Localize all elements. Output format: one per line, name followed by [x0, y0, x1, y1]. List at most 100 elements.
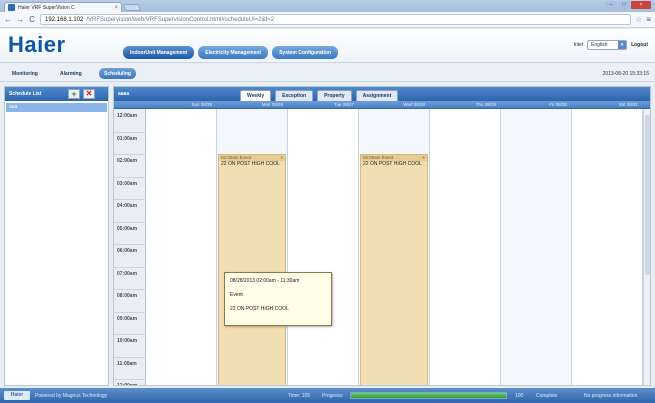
day-header-label: Wed 08/28 — [403, 102, 425, 107]
progress-fill — [351, 393, 506, 398]
hour-label: 10:00am — [117, 338, 138, 344]
tab-system-configuration[interactable]: System Configuration — [272, 46, 339, 59]
hour-divider — [114, 334, 146, 335]
maximize-button[interactable]: □ — [618, 1, 630, 9]
browser-menu-icon[interactable]: ≡ — [646, 15, 651, 24]
day-header-label: Sun 08/25 — [191, 102, 212, 107]
main-nav: IndoorUnit Management Electricity Manage… — [123, 46, 339, 59]
hour-label: 12:00am — [117, 113, 138, 119]
hour-divider — [114, 311, 146, 313]
tooltip-type: Event — [230, 292, 243, 298]
tab-scheduling[interactable]: Scheduling — [99, 68, 136, 79]
event-title: 22 ON POST HIGH COOL — [363, 161, 422, 167]
event-title: 22 ON POST HIGH COOL — [221, 161, 280, 167]
schedule-list-item[interactable]: aaa — [6, 103, 107, 112]
url-path: /VRFSupervision/web/VRFSupervisionContro… — [86, 16, 275, 23]
browser-tab-title: Haier VRF SuperVision C — [18, 4, 75, 11]
hour-label: 09:00am — [117, 315, 138, 322]
schedule-list-title: Schedule List — [9, 91, 42, 97]
language-value: English — [591, 42, 608, 48]
back-button[interactable]: ← — [4, 15, 12, 24]
schedule-list-panel: Schedule List + ✕ aaa — [4, 86, 109, 386]
hour-divider — [114, 131, 146, 133]
hour-label: 12:00pm — [117, 383, 138, 386]
add-schedule-button[interactable]: + — [68, 89, 80, 99]
progress-label: Progress: — [322, 393, 344, 399]
event-time: 02:00am Event — [363, 155, 394, 160]
scrollbar-thumb[interactable] — [645, 115, 650, 275]
hour-divider — [114, 266, 146, 268]
event-close-icon[interactable]: × — [422, 155, 425, 161]
day-header-label: Fri 08/30 — [549, 102, 567, 107]
window-close-button[interactable]: × — [631, 1, 651, 9]
hour-label: 07:00am — [117, 270, 138, 277]
header-user-area: Intel English ▾ Logout — [574, 40, 648, 50]
hour-divider — [114, 379, 146, 380]
day-header-row: Sun 08/25 Mon 08/26 Tue 08/27 Wed 08/28 Thu … — [114, 101, 650, 109]
schedule-calendar: aaaa Weekly Exception Property Assignmen… — [113, 86, 651, 386]
language-select[interactable]: English ▾ — [587, 40, 628, 50]
day-column[interactable] — [430, 109, 501, 385]
event-time-header: 02:00am Event × — [219, 155, 285, 161]
status-bar: Haier Powered by Magnus Technology Time:… — [0, 388, 655, 403]
tab-close-icon[interactable]: × — [114, 5, 118, 11]
tab-monitoring[interactable]: Monitoring — [12, 68, 38, 79]
day-header-label: Sat 08/31 — [618, 102, 638, 107]
tooltip-detail: 22 ON POST HIGH COOL — [230, 306, 289, 312]
event-time: 02:00am Event — [221, 155, 252, 160]
schedule-list-header: Schedule List + ✕ — [5, 87, 108, 101]
address-bar[interactable]: 192.168.1.102/VRFSupervision/web/VRFSupe… — [40, 14, 632, 25]
event-tooltip: 08/28/2013 02:00am - 11:30am Event 22 ON… — [224, 272, 332, 326]
hour-divider — [114, 176, 146, 178]
tab-property[interactable]: Property — [317, 90, 352, 101]
progress-status: Complete — [536, 393, 558, 399]
calendar-event[interactable]: 02:00am Event × 22 ON POST HIGH COOL — [218, 154, 286, 385]
tab-indoorunit-management[interactable]: IndoorUnit Management — [123, 46, 195, 59]
hour-label: 04:00am — [117, 203, 138, 209]
calendar-scrollbar[interactable] — [643, 109, 650, 385]
calendar-event[interactable]: 02:00am Event × 22 ON POST HIGH COOL — [360, 154, 428, 385]
forward-button[interactable]: → — [16, 15, 24, 24]
app-header: Haier IndoorUnit Management Electricity … — [0, 29, 655, 63]
logout-link[interactable]: Logout — [631, 42, 648, 48]
footer-logo: Haier — [4, 391, 30, 400]
day-column[interactable] — [146, 109, 217, 385]
calendar-header: aaaa Weekly Exception Property Assignmen… — [114, 87, 650, 101]
browser-tab[interactable]: Haier VRF SuperVision C × — [4, 2, 122, 12]
hour-divider — [114, 356, 146, 358]
tab-assignment[interactable]: Assignment — [355, 90, 399, 101]
calendar-title: aaaa — [118, 91, 130, 97]
sub-nav: Monitoring Alarming Scheduling 2013-08-2… — [0, 64, 655, 82]
tooltip-time-range: 08/28/2013 02:00am - 11:30am — [230, 278, 300, 284]
day-column[interactable] — [501, 109, 572, 385]
hour-label: 02:00am — [117, 158, 138, 164]
hour-divider — [114, 221, 146, 223]
delete-schedule-button[interactable]: ✕ — [83, 89, 95, 99]
tab-weekly[interactable]: Weekly — [240, 90, 272, 101]
hour-label: 01:00am — [117, 135, 138, 142]
hour-divider — [114, 289, 146, 290]
progress-bar — [350, 392, 507, 399]
calendar-grid: 12:00am 01:00am 02:00am 03:00am 04:00am 05:00… — [114, 109, 650, 386]
progress-percent: 100 — [515, 393, 524, 399]
event-close-icon[interactable]: × — [280, 155, 283, 161]
haier-logo: Haier — [8, 32, 66, 57]
hour-divider — [114, 199, 146, 200]
url-host: 192.168.1.102 — [45, 16, 84, 23]
tab-alarming[interactable]: Alarming — [60, 68, 82, 79]
new-tab-button[interactable] — [122, 4, 142, 11]
browser-toolbar: ← → C 192.168.1.102/VRFSupervision/web/V… — [0, 12, 655, 28]
hour-label: 06:00am — [117, 248, 138, 254]
day-column[interactable] — [572, 109, 643, 385]
tab-electricity-management[interactable]: Electricity Management — [198, 46, 269, 59]
tab-exception[interactable]: Exception — [275, 90, 314, 101]
day-header-label: Mon 08/26 — [261, 102, 283, 107]
minimize-button[interactable]: – — [605, 1, 617, 9]
window-controls: – □ × — [605, 1, 651, 9]
day-column[interactable] — [288, 109, 359, 385]
hour-label: 03:00am — [117, 180, 138, 187]
status-time: Time: 105 — [288, 393, 311, 399]
reload-button[interactable]: C — [28, 15, 36, 24]
user-name: Intel — [573, 42, 584, 48]
bookmark-star-icon[interactable]: ☆ — [635, 15, 642, 24]
